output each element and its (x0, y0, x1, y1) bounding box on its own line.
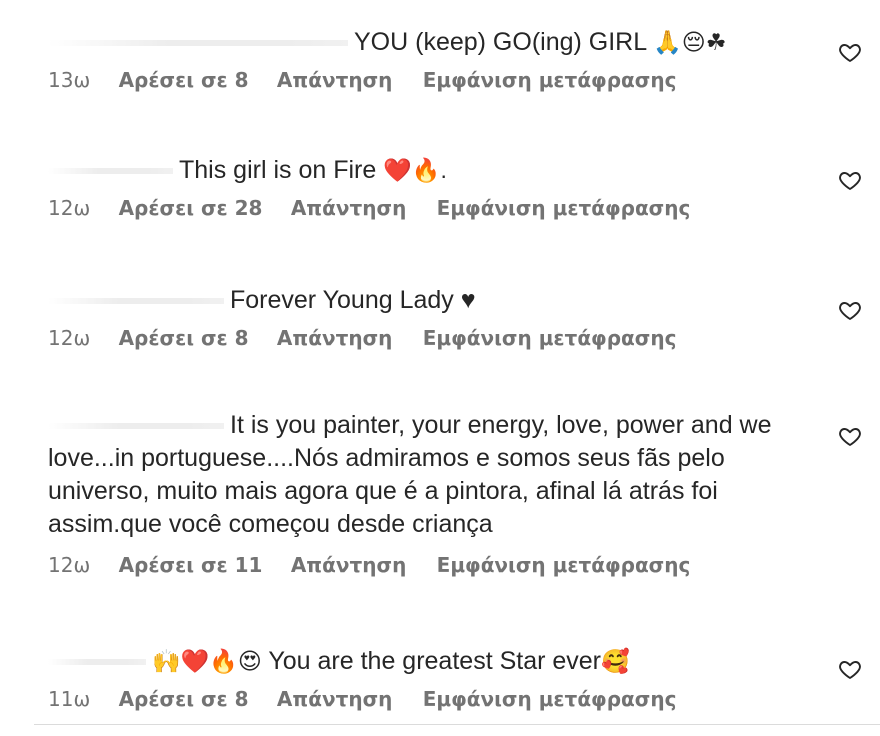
reply-button[interactable]: Απάντηση (277, 68, 392, 92)
comment-text: Forever Young Lady ♥ (230, 286, 476, 314)
heart-outline-icon[interactable] (838, 657, 862, 681)
comment-text-row: YOU (keep) GO(ing) GIRL 🙏😔☘ (48, 26, 790, 59)
comment-2: This girl is on Fire ❤️🔥. 12ω Αρέσει σε … (48, 154, 878, 220)
comment-4: It is you painter, your energy, love, po… (48, 409, 878, 577)
username-redacted[interactable] (48, 298, 224, 305)
comment-meta: 13ω Αρέσει σε 8 Απάντηση Εμφάνιση μετάφρ… (48, 68, 878, 92)
comment-1: YOU (keep) GO(ing) GIRL 🙏😔☘ 13ω Αρέσει σ… (48, 26, 878, 92)
reply-button[interactable]: Απάντηση (277, 687, 392, 711)
comment-text: This girl is on Fire (179, 156, 377, 184)
reply-button[interactable]: Απάντηση (291, 196, 406, 220)
comment-text: You are the greatest Star ever (268, 647, 602, 675)
username-redacted[interactable] (48, 423, 224, 430)
heart-outline-icon[interactable] (838, 298, 862, 322)
comment-time[interactable]: 12ω (48, 326, 90, 350)
comment-likes-count[interactable]: Αρέσει σε 11 (119, 553, 263, 577)
username-redacted[interactable] (48, 40, 348, 47)
comment-time[interactable]: 12ω (48, 553, 90, 577)
comment-time[interactable]: 12ω (48, 196, 90, 220)
comment-text-row: Forever Young Lady ♥ (48, 284, 790, 317)
comment-meta: 12ω Αρέσει σε 28 Απάντηση Εμφάνιση μετάφ… (48, 196, 878, 220)
comment-likes-count[interactable]: Αρέσει σε 8 (119, 68, 249, 92)
comment-text-row: 🙌❤️🔥😍 You are the greatest Star ever🥰 (48, 645, 790, 678)
see-translation-button[interactable]: Εμφάνιση μετάφρασης (423, 68, 677, 92)
comment-emojis: 🥰 (601, 648, 630, 674)
see-translation-button[interactable]: Εμφάνιση μετάφρασης (437, 553, 691, 577)
comment-lead-emojis: 🙌❤️🔥😍 (152, 648, 262, 674)
comment-3: Forever Young Lady ♥ 12ω Αρέσει σε 8 Απά… (48, 284, 878, 350)
comment-meta: 12ω Αρέσει σε 8 Απάντηση Εμφάνιση μετάφρ… (48, 326, 878, 350)
see-translation-button[interactable]: Εμφάνιση μετάφρασης (437, 196, 691, 220)
heart-outline-icon[interactable] (838, 40, 862, 64)
comment-text-row: This girl is on Fire ❤️🔥. (48, 154, 790, 187)
comment-time[interactable]: 11ω (48, 687, 90, 711)
see-translation-button[interactable]: Εμφάνιση μετάφρασης (423, 326, 677, 350)
comment-likes-count[interactable]: Αρέσει σε 8 (119, 326, 249, 350)
comment-meta: 11ω Αρέσει σε 8 Απάντηση Εμφάνιση μετάφρ… (48, 687, 878, 711)
reply-button[interactable]: Απάντηση (291, 553, 406, 577)
username-redacted[interactable] (48, 659, 146, 666)
username-redacted[interactable] (48, 168, 173, 175)
comment-5: 🙌❤️🔥😍 You are the greatest Star ever🥰 11… (48, 645, 878, 711)
comment-text: It is you painter, your energy, love, po… (48, 411, 772, 538)
comment-time[interactable]: 13ω (48, 68, 90, 92)
comment-likes-count[interactable]: Αρέσει σε 28 (119, 196, 263, 220)
comment-text: YOU (keep) GO(ing) GIRL (354, 28, 647, 56)
heart-outline-icon[interactable] (838, 168, 862, 192)
heart-outline-icon[interactable] (838, 424, 862, 448)
comment-meta: 12ω Αρέσει σε 11 Απάντηση Εμφάνιση μετάφ… (48, 553, 878, 577)
see-translation-button[interactable]: Εμφάνιση μετάφρασης (423, 687, 677, 711)
comment-emojis: 🙏😔☘ (653, 29, 727, 55)
comment-text-row: It is you painter, your energy, love, po… (48, 409, 790, 541)
comment-likes-count[interactable]: Αρέσει σε 8 (119, 687, 249, 711)
reply-button[interactable]: Απάντηση (277, 326, 392, 350)
divider (34, 724, 880, 725)
comment-emojis: ❤️🔥. (383, 157, 447, 183)
